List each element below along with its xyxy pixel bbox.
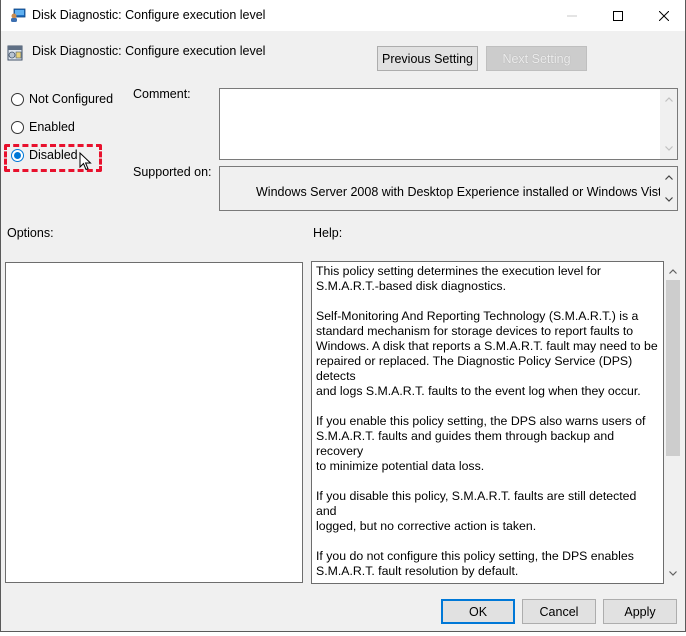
minimize-icon	[567, 15, 577, 16]
policy-dialog: Disk Diagnostic: Configure execution lev…	[0, 0, 686, 632]
close-icon	[659, 10, 669, 21]
apply-button[interactable]: Apply	[603, 599, 677, 624]
comment-input[interactable]	[219, 88, 678, 160]
supported-on-value: Windows Server 2008 with Desktop Experie…	[256, 185, 669, 199]
scroll-up-icon[interactable]	[660, 169, 677, 186]
help-paragraph: If you do not configure this policy sett…	[316, 549, 634, 578]
options-label: Options:	[7, 226, 54, 240]
radio-button[interactable]	[11, 92, 24, 106]
scroll-down-icon[interactable]	[660, 191, 677, 208]
supported-on-field: Windows Server 2008 with Desktop Experie…	[219, 166, 678, 211]
scroll-down-icon[interactable]	[664, 565, 682, 582]
help-label: Help:	[313, 226, 343, 240]
scrollbar-thumb[interactable]	[666, 280, 680, 456]
supported-scrollbar[interactable]	[660, 167, 677, 210]
help-paragraph: This policy setting determines the execu…	[316, 264, 602, 293]
maximize-icon	[613, 10, 623, 21]
radio-button[interactable]	[11, 120, 24, 134]
mouse-cursor-icon	[79, 152, 92, 171]
comment-label: Comment:	[133, 87, 191, 101]
ok-button[interactable]: OK	[441, 599, 515, 624]
radio-label: Enabled	[29, 120, 75, 134]
previous-setting-button[interactable]: Previous Setting	[377, 46, 478, 71]
policy-setting-icon	[7, 45, 23, 61]
radio-not-configured[interactable]: Not Configured	[11, 92, 113, 106]
options-panel	[5, 262, 303, 583]
minimize-button[interactable]	[549, 0, 595, 31]
supported-on-label: Supported on:	[133, 165, 212, 179]
comment-scrollbar[interactable]	[660, 89, 677, 159]
radio-label: Not Configured	[29, 92, 114, 106]
help-paragraph: If you disable this policy, S.M.A.R.T. f…	[316, 489, 637, 533]
help-panel: This policy setting determines the execu…	[311, 261, 664, 584]
scroll-up-icon[interactable]	[664, 263, 682, 280]
radio-enabled[interactable]: Enabled	[11, 120, 75, 134]
next-setting-button[interactable]: Next Setting	[486, 46, 587, 71]
policy-name: Disk Diagnostic: Configure execution lev…	[32, 44, 266, 58]
group-policy-icon	[11, 8, 26, 22]
scroll-down-icon[interactable]	[660, 140, 677, 157]
help-paragraph: If you enable this policy setting, the D…	[316, 414, 646, 473]
window-title: Disk Diagnostic: Configure execution lev…	[32, 8, 266, 22]
close-button[interactable]	[641, 0, 686, 31]
scroll-up-icon[interactable]	[660, 91, 677, 108]
title-bar: Disk Diagnostic: Configure execution lev…	[1, 0, 685, 31]
cancel-button[interactable]: Cancel	[522, 599, 596, 624]
help-paragraph: Self-Monitoring And Reporting Technology…	[316, 309, 658, 398]
help-scrollbar[interactable]	[664, 261, 682, 584]
maximize-button[interactable]	[595, 0, 641, 31]
